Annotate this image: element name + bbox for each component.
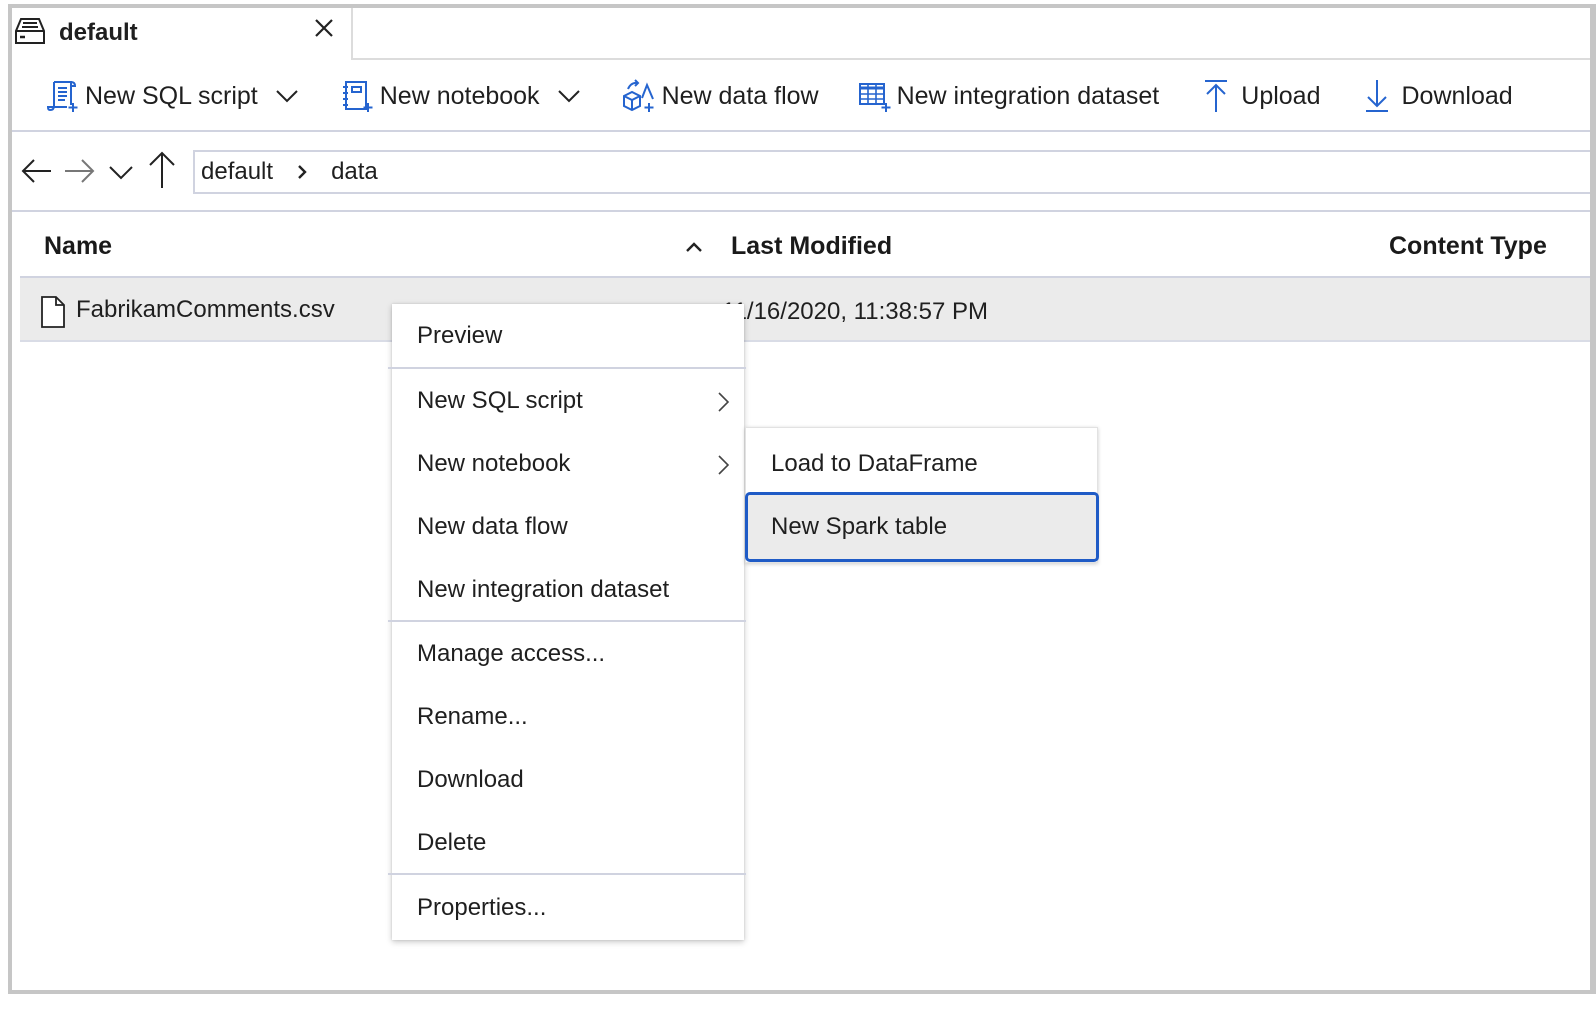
download-icon [1365,80,1388,112]
menu-item-properties[interactable]: Properties... [392,876,744,939]
sort-ascending-icon[interactable] [684,240,704,254]
menu-item-label: Properties... [417,893,547,921]
menu-item-label: New integration dataset [417,575,670,603]
sql-script-icon [47,81,78,112]
column-header-name[interactable]: Name [44,232,112,261]
menu-item-new-notebook[interactable]: New notebook [392,432,744,495]
breadcrumb-item-data[interactable]: data [331,158,378,186]
menu-item-download[interactable]: Download [392,748,744,811]
download-label: Download [1401,81,1513,110]
context-menu: Preview New SQL script New notebook New … [388,304,746,940]
menu-item-label: New notebook [417,449,571,477]
upload-icon [1205,80,1228,112]
menu-item-label: New data flow [417,512,568,540]
new-data-flow-label: New data flow [661,81,819,110]
notebook-submenu: Load to DataFrame New Spark table [745,427,1099,563]
new-sql-script-button[interactable]: New SQL script [47,62,298,130]
submenu-item-label: Load to DataFrame [771,449,978,477]
submenu-item-label: New Spark table [771,513,948,540]
toolbar: New SQL script New notebook New data flo… [12,62,1590,132]
menu-item-rename[interactable]: Rename... [392,685,744,748]
menu-item-label: Preview [417,321,503,349]
table-add-icon [858,83,891,112]
download-button[interactable]: Download [1364,62,1513,130]
new-notebook-label: New notebook [379,81,540,110]
tab-strip-empty [351,8,1590,60]
new-notebook-button[interactable]: New notebook [342,62,580,130]
menu-item-manage-access[interactable]: Manage access... [392,622,744,685]
column-header-content-type[interactable]: Content Type [1389,232,1547,261]
notebook-icon [342,81,373,112]
chevron-right-icon [718,392,730,412]
breadcrumb[interactable]: default data [193,150,1590,194]
menu-item-new-integration-dataset[interactable]: New integration dataset [392,558,744,621]
submenu-item-load-to-dataframe[interactable]: Load to DataFrame [746,432,1097,495]
tab-title: default [59,19,138,46]
menu-item-preview[interactable]: Preview [392,304,744,367]
menu-item-label: Manage access... [417,639,606,667]
upload-label: Upload [1241,81,1321,110]
grid-header: Name Last Modified Content Type [20,214,1590,278]
menu-item-delete[interactable]: Delete [392,811,744,874]
table-row[interactable]: FabrikamComments.csv 11/16/2020, 11:38:5… [20,278,1590,342]
arrow-right-icon[interactable] [62,154,96,188]
new-data-flow-button[interactable]: New data flow [622,62,819,130]
new-sql-script-label: New SQL script [85,81,258,110]
file-last-modified: 11/16/2020, 11:38:57 PM [722,298,988,325]
tab-default[interactable]: default [12,8,351,60]
menu-item-new-data-flow[interactable]: New data flow [392,495,744,558]
chevron-right-icon [298,165,307,179]
data-flow-icon [622,79,654,112]
column-header-last-modified[interactable]: Last Modified [731,232,892,261]
arrow-up-icon[interactable] [145,150,179,190]
menu-divider [388,873,746,875]
menu-item-label: Download [417,765,524,793]
chevron-down-icon [276,90,298,103]
chevron-down-icon[interactable] [104,154,138,188]
menu-item-new-sql-script[interactable]: New SQL script [392,369,744,432]
arrow-left-icon[interactable] [20,154,54,188]
menu-item-label: Rename... [417,702,528,730]
chevron-down-icon [557,90,580,103]
chevron-right-icon [718,455,730,475]
close-icon[interactable] [312,16,336,40]
new-integration-dataset-label: New integration dataset [896,81,1160,110]
file-name[interactable]: FabrikamComments.csv [76,296,335,324]
breadcrumb-item-default[interactable]: default [195,158,273,186]
file-list: Name Last Modified Content Type Fabrikam… [20,214,1590,342]
storage-drive-icon [15,18,45,44]
navigation-bar: default data [12,132,1590,212]
new-integration-dataset-button[interactable]: New integration dataset [858,62,1160,130]
menu-item-label: Delete [417,828,487,856]
submenu-item-new-spark-table[interactable]: New Spark table [745,492,1099,562]
file-icon [41,296,65,328]
menu-item-label: New SQL script [417,386,583,414]
upload-button[interactable]: Upload [1203,62,1321,130]
